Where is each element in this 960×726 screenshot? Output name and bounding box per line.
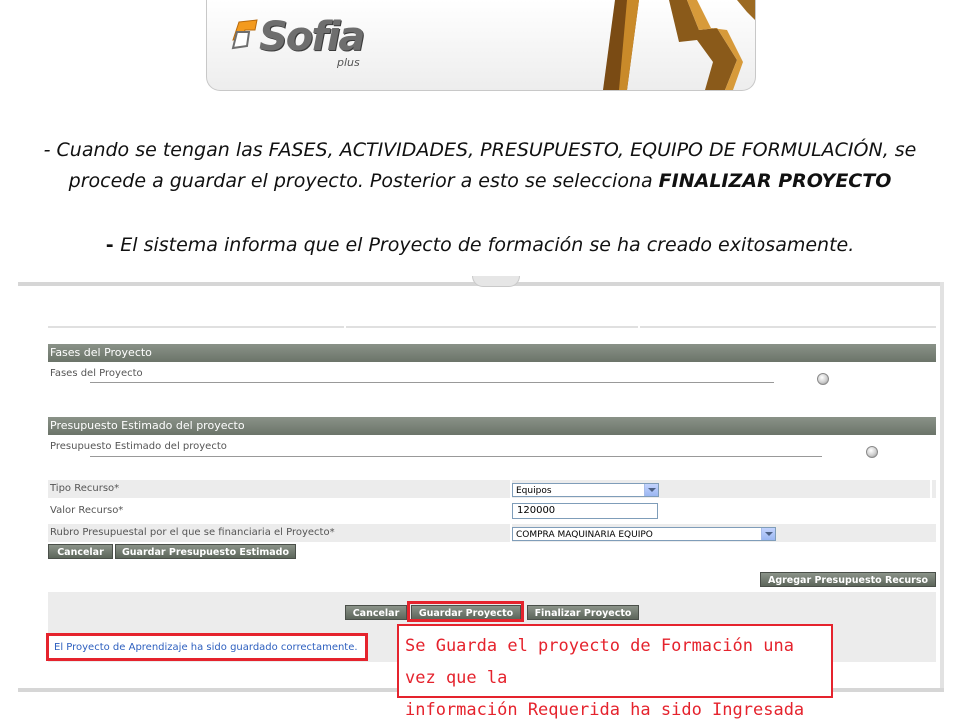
tab-strip-2	[346, 326, 638, 328]
rubro-label: Rubro Presupuestal por el que se financi…	[50, 527, 335, 538]
finalizar-proyecto-button[interactable]: Finalizar Proyecto	[527, 605, 639, 620]
result-text: - El sistema informa que el Proyecto de …	[20, 230, 940, 261]
right-border	[940, 282, 944, 692]
chevron-down-icon[interactable]	[644, 484, 658, 496]
fases-radio-button[interactable]	[817, 373, 829, 385]
logo-subtext: plus	[337, 56, 360, 69]
rubro-row: Rubro Presupuestal por el que se financi…	[48, 524, 936, 542]
guardar-highlight-annotation	[407, 601, 524, 622]
status-message-box: El Proyecto de Aprendizaje ha sido guard…	[46, 633, 368, 661]
logo-text: Sofia	[259, 14, 365, 60]
valor-recurso-row: Valor Recurso*	[48, 502, 936, 520]
annotation-note: Se Guarda el proyecto de Formación una v…	[397, 624, 833, 720]
tipo-recurso-select[interactable]: Equipos	[512, 483, 659, 497]
rubro-select[interactable]: COMPRA MAQUINARIA EQUIPO	[512, 527, 776, 541]
chevron-down-icon[interactable]	[761, 528, 775, 540]
presupuesto-section-header: Presupuesto Estimado del proyecto	[48, 417, 936, 435]
cancelar-proyecto-button[interactable]: Cancelar	[345, 605, 407, 620]
tipo-recurso-value: Equipos	[516, 486, 552, 496]
top-collapse-handle[interactable]	[472, 276, 520, 287]
banner: Sofia plus	[206, 0, 756, 91]
result-dash: -	[105, 234, 121, 256]
annotation-note-line1: Se Guarda el proyecto de Formación una v…	[405, 636, 794, 688]
presupuesto-radio-button[interactable]	[866, 446, 878, 458]
status-message: El Proyecto de Aprendizaje ha sido guard…	[54, 642, 358, 653]
presupuesto-underline	[90, 456, 822, 457]
tipo-recurso-label: Tipo Recurso*	[50, 483, 120, 494]
fases-underline	[90, 382, 774, 383]
valor-recurso-label: Valor Recurso*	[50, 505, 124, 516]
presupuesto-label: Presupuesto Estimado del proyecto	[50, 441, 227, 452]
row-divider	[930, 480, 932, 498]
fases-label: Fases del Proyecto	[50, 368, 143, 379]
agregar-presupuesto-button[interactable]: Agregar Presupuesto Recurso	[760, 572, 936, 587]
rubro-value: COMPRA MAQUINARIA EQUIPO	[516, 530, 653, 540]
tab-strip-1	[48, 326, 344, 328]
tab-strip-3	[640, 326, 936, 328]
cancelar-presupuesto-button[interactable]: Cancelar	[48, 544, 113, 559]
sofia-logo-icon	[231, 19, 258, 50]
guardar-presupuesto-button[interactable]: Guardar Presupuesto Estimado	[115, 544, 296, 559]
valor-recurso-input[interactable]: 120000	[512, 503, 658, 519]
result-text-body: El sistema informa que el Proyecto de fo…	[120, 234, 855, 256]
instruction-text: - Cuando se tengan las FASES, ACTIVIDADE…	[20, 135, 940, 197]
banner-decoration	[603, 0, 755, 90]
fases-section-header: Fases del Proyecto	[48, 344, 936, 362]
instruction-text-strong: FINALIZAR PROYECTO	[658, 170, 892, 192]
tipo-recurso-row: Tipo Recurso*	[48, 480, 936, 498]
annotation-note-line2: información Requerida ha sido Ingresada	[405, 700, 805, 720]
